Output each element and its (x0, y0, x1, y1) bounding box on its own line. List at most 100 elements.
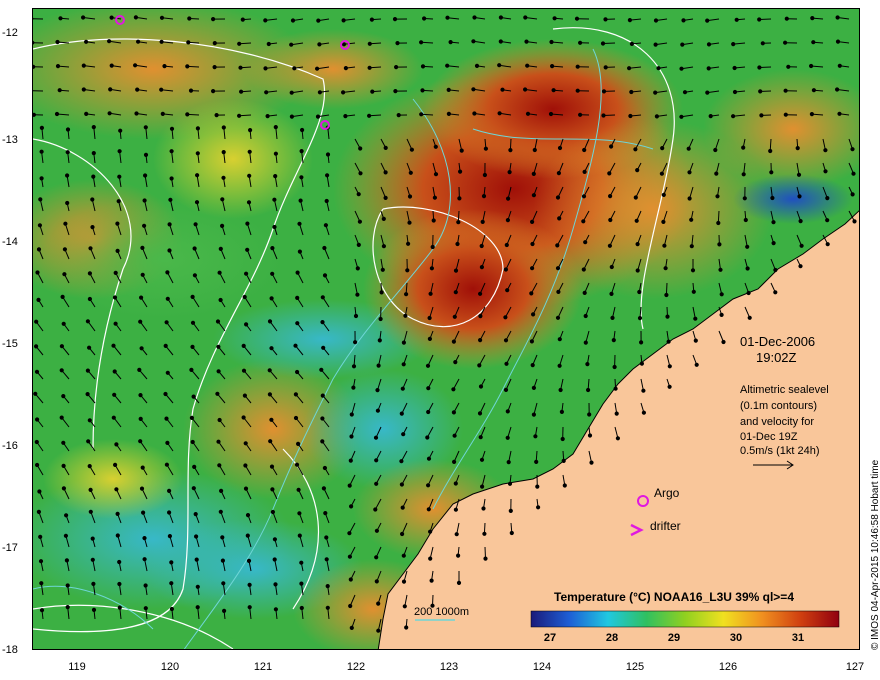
velocity-arrow-head (633, 147, 638, 152)
velocity-arrow-head (85, 392, 90, 397)
velocity-arrow-head (662, 243, 667, 248)
velocity-arrow-head (137, 367, 142, 372)
velocity-arrow-head (714, 171, 719, 176)
velocity-arrow-head (272, 197, 277, 202)
velocity-arrow-head (383, 145, 388, 150)
velocity-arrow-head (348, 577, 353, 582)
velocity-arrow-head (325, 173, 330, 178)
velocity-arrow-head (687, 196, 692, 201)
velocity-arrow-head (220, 558, 225, 563)
velocity-arrow-head (243, 441, 248, 446)
velocity-arrow-head (507, 170, 512, 175)
velocity-arrow-head (265, 114, 270, 119)
velocity-arrow-head (505, 435, 510, 440)
velocity-arrow-head (479, 457, 485, 462)
velocity-arrow-head (483, 146, 488, 151)
velocity-arrow-head (690, 268, 696, 273)
velocity-arrow-head (373, 435, 379, 440)
velocity-arrow-head (850, 192, 855, 197)
velocity-arrow-head (115, 511, 120, 516)
velocity-arrow-head (399, 482, 404, 487)
y-tick-label: -12 (2, 27, 18, 39)
velocity-arrow-head (446, 111, 451, 117)
velocity-arrow-head (295, 295, 300, 300)
velocity-arrow-head (503, 387, 509, 392)
velocity-arrow-head (682, 90, 688, 95)
velocity-arrow-head (163, 391, 168, 397)
velocity-arrow-head (716, 220, 721, 226)
velocity-arrow-head (428, 291, 433, 296)
velocity-arrow-head (87, 345, 92, 350)
velocity-arrow-head (60, 294, 65, 299)
velocity-arrow-head (217, 417, 222, 423)
velocity-arrow-head (34, 369, 40, 374)
velocity-arrow-head (356, 242, 361, 247)
velocity-arrow-head (296, 487, 301, 492)
velocity-arrow-head (375, 408, 380, 413)
altimetry-note-line: and velocity for (740, 416, 814, 428)
velocity-arrow-head (111, 343, 116, 348)
velocity-arrow-head (654, 114, 660, 119)
velocity-arrow-head (506, 460, 511, 465)
velocity-arrow-head (187, 16, 192, 21)
velocity-arrow-head (294, 462, 300, 467)
velocity-arrow-head (90, 225, 95, 230)
velocity-arrow-head (195, 151, 200, 156)
velocity-arrow-head (400, 531, 405, 537)
velocity-arrow-head (355, 292, 360, 297)
velocity-arrow-head (167, 248, 172, 253)
velocity-arrow-head (142, 557, 147, 562)
velocity-arrow-head (768, 148, 773, 154)
velocity-arrow-head (320, 439, 325, 444)
velocity-arrow-head (433, 172, 439, 177)
velocity-arrow-head (498, 39, 503, 44)
velocity-arrow-head (353, 340, 358, 345)
velocity-arrow-head (639, 361, 645, 366)
velocity-arrow-head (531, 412, 536, 417)
velocity-arrow-head (325, 605, 330, 610)
velocity-arrow-head (402, 604, 407, 609)
velocity-arrow-head (139, 295, 144, 300)
velocity-arrow-head (665, 314, 670, 319)
velocity-arrow-head (347, 483, 352, 488)
velocity-arrow-head (192, 246, 197, 251)
velocity-arrow-head (422, 16, 427, 21)
colorbar-tick-label: 28 (605, 632, 619, 644)
velocity-arrow-head (634, 218, 639, 223)
velocity-arrow-head (452, 314, 457, 319)
velocity-arrow-head (244, 271, 249, 276)
velocity-arrow-head (216, 439, 221, 444)
velocity-arrow-head (34, 439, 39, 445)
velocity-arrow-head (609, 291, 614, 296)
velocity-arrow-head (552, 16, 557, 21)
velocity-arrow-head (615, 436, 621, 441)
velocity-arrow-head (289, 90, 294, 95)
velocity-arrow-head (479, 243, 484, 249)
velocity-arrow-head (835, 15, 840, 20)
velocity-arrow-head (267, 368, 272, 373)
velocity-arrow-head (188, 88, 194, 93)
velocity-arrow-head (159, 39, 164, 44)
velocity-arrow-head (349, 625, 354, 631)
observation-time: 19:02Z (756, 350, 797, 365)
velocity-arrow-head (322, 245, 327, 251)
map-figure: -12 -13 -14 -15 -16 -17 -18 119 120 121 … (0, 0, 880, 680)
velocity-arrow-head (637, 289, 642, 295)
velocity-arrow-head (115, 248, 120, 253)
velocity-arrow-head (479, 265, 484, 270)
velocity-arrow-head (186, 40, 191, 45)
velocity-arrow-head (637, 316, 643, 321)
velocity-arrow-head (559, 409, 565, 414)
x-tick-label: 127 (845, 661, 865, 673)
velocity-arrow-head (557, 216, 562, 221)
velocity-arrow-head (34, 319, 39, 324)
velocity-arrow-head (381, 216, 386, 221)
velocity-arrow-head (560, 436, 565, 442)
velocity-arrow-head (581, 267, 586, 272)
velocity-arrow-head (139, 486, 145, 491)
velocity-arrow-head (222, 608, 227, 614)
velocity-arrow-head (241, 415, 246, 420)
velocity-arrow-head (557, 363, 562, 368)
velocity-arrow-head (458, 169, 463, 174)
velocity-arrow-head (117, 149, 122, 154)
